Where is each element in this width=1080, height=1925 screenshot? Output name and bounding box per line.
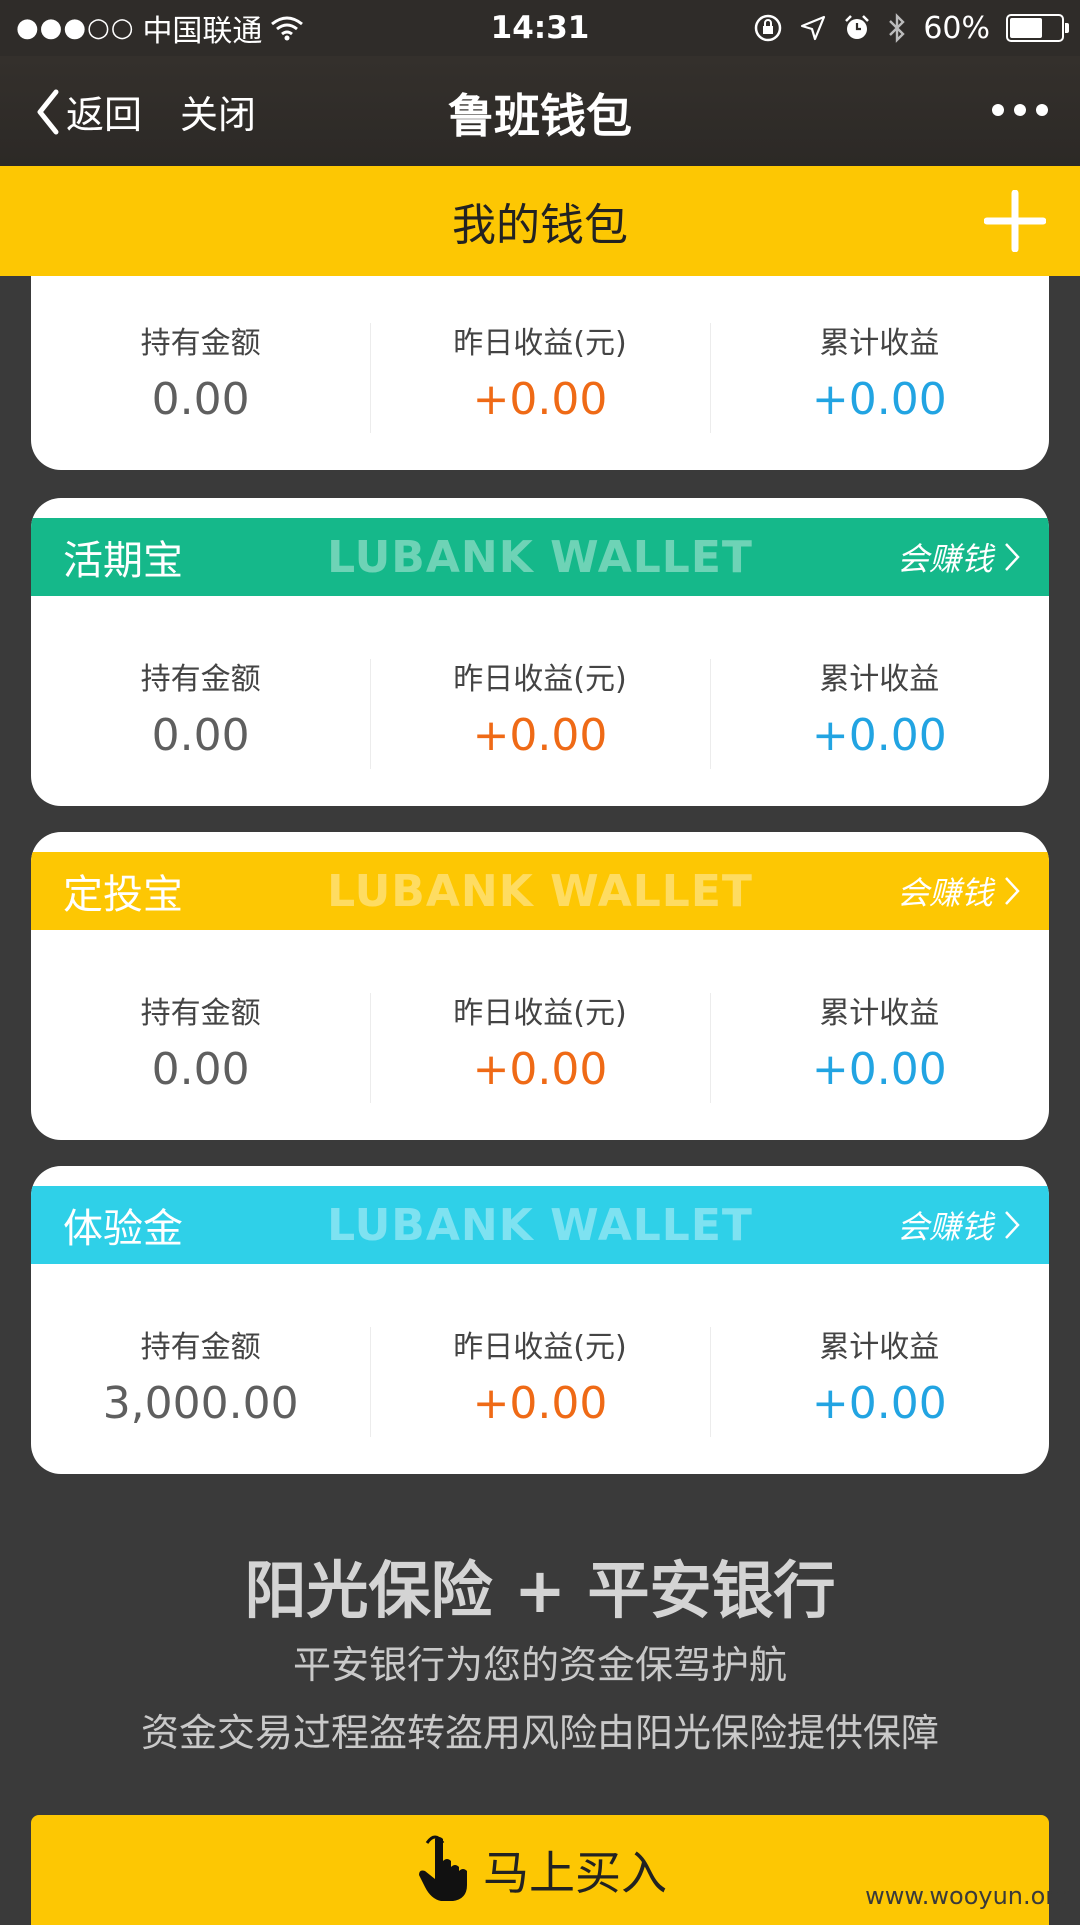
chevron-right-icon bbox=[1005, 877, 1020, 905]
holding-amount-label: 持有金额 bbox=[140, 662, 261, 697]
yesterday-earnings-stat: 昨日收益(元) +0.00 bbox=[370, 988, 709, 1108]
total-earnings-stat: 累计收益 +0.00 bbox=[709, 988, 1049, 1108]
chevron-left-icon bbox=[37, 89, 59, 134]
chevron-right-icon bbox=[1005, 543, 1020, 571]
page-title: 鲁班钱包 bbox=[448, 89, 632, 143]
partner-title: 阳光保险 + 平安银行 bbox=[244, 1554, 836, 1627]
site-watermark: www.wooyun.org bbox=[865, 1882, 1070, 1910]
back-label: 返回 bbox=[66, 93, 143, 137]
yesterday-earnings-stat: 昨日收益(元) +0.00 bbox=[370, 654, 709, 774]
holding-amount-label: 持有金额 bbox=[140, 996, 261, 1031]
total-earnings-value: +0.00 bbox=[811, 1044, 947, 1095]
holding-amount-stat: 持有金额 0.00 bbox=[31, 988, 370, 1108]
holding-amount-value: 0.00 bbox=[151, 710, 250, 761]
close-button[interactable]: 关闭 bbox=[180, 84, 256, 139]
earn-money-link[interactable]: 会赚钱 bbox=[897, 868, 1021, 914]
earn-money-label: 会赚钱 bbox=[896, 1208, 993, 1246]
rotation-lock-icon bbox=[755, 14, 782, 42]
total-earnings-stat: 累计收益 +0.00 bbox=[709, 654, 1049, 774]
status-bar: ●●●○○ 中国联通 14:31 60% bbox=[0, 0, 1080, 56]
holding-amount-label: 持有金额 bbox=[140, 326, 261, 361]
total-earnings-value: +0.00 bbox=[811, 710, 947, 761]
yesterday-earnings-value: +0.00 bbox=[472, 710, 608, 761]
wallet-card-current-deposit[interactable]: 活期宝 LUBANK WALLET 会赚钱 持有金额 0.00 昨日收益(元) … bbox=[31, 498, 1049, 806]
card-header: 定投宝 LUBANK WALLET 会赚钱 bbox=[31, 852, 1049, 930]
location-icon bbox=[801, 15, 826, 41]
wallet-card-fixed-investment[interactable]: 定投宝 LUBANK WALLET 会赚钱 持有金额 0.00 昨日收益(元) … bbox=[31, 832, 1049, 1140]
total-earnings-stat: 累计收益 +0.00 bbox=[709, 1322, 1049, 1442]
battery-icon bbox=[1006, 14, 1069, 42]
partner-description-line2: 资金交易过程盗转盗用风险由阳光保险提供保障 bbox=[140, 1711, 939, 1755]
card-stats: 持有金额 3,000.00 昨日收益(元) +0.00 累计收益 +0.00 bbox=[31, 1322, 1049, 1442]
yesterday-earnings-value: +0.00 bbox=[472, 1044, 608, 1095]
card-header: 体验金 LUBANK WALLET 会赚钱 bbox=[31, 1186, 1049, 1264]
total-earnings-label: 累计收益 bbox=[819, 326, 940, 361]
yesterday-earnings-value: +0.00 bbox=[472, 374, 608, 425]
total-earnings-label: 累计收益 bbox=[819, 662, 940, 697]
yesterday-earnings-label: 昨日收益(元) bbox=[453, 326, 627, 361]
yesterday-earnings-label: 昨日收益(元) bbox=[453, 1330, 627, 1365]
card-stats: 持有金额 0.00 昨日收益(元) +0.00 累计收益 +0.00 bbox=[31, 654, 1049, 774]
back-button[interactable]: 返回 bbox=[34, 84, 142, 139]
holding-amount-value: 3,000.00 bbox=[102, 1378, 299, 1429]
yesterday-earnings-stat: 昨日收益(元) +0.00 bbox=[370, 318, 709, 438]
card-stats: 持有金额 0.00 昨日收益(元) +0.00 累计收益 +0.00 bbox=[31, 988, 1049, 1108]
holding-amount-value: 0.00 bbox=[151, 374, 250, 425]
yesterday-earnings-stat: 昨日收益(元) +0.00 bbox=[370, 1322, 709, 1442]
card-stats: 持有金额 0.00 昨日收益(元) +0.00 累计收益 +0.00 bbox=[31, 318, 1049, 438]
wallet-card-trial-fund[interactable]: 体验金 LUBANK WALLET 会赚钱 持有金额 3,000.00 昨日收益… bbox=[31, 1166, 1049, 1474]
earn-money-link[interactable]: 会赚钱 bbox=[897, 534, 1021, 580]
earn-money-label: 会赚钱 bbox=[896, 874, 993, 912]
holding-amount-value: 0.00 bbox=[151, 1044, 250, 1095]
total-earnings-value: +0.00 bbox=[811, 374, 947, 425]
yesterday-earnings-label: 昨日收益(元) bbox=[453, 662, 627, 697]
wallet-title: 我的钱包 bbox=[452, 200, 628, 251]
partner-description-line1: 平安银行为您的资金保驾护航 bbox=[292, 1643, 787, 1687]
earn-money-link[interactable]: 会赚钱 bbox=[897, 1202, 1021, 1248]
more-options-button[interactable] bbox=[990, 84, 1050, 130]
total-earnings-label: 累计收益 bbox=[819, 996, 940, 1031]
yesterday-earnings-label: 昨日收益(元) bbox=[453, 996, 627, 1031]
card-header: 活期宝 LUBANK WALLET 会赚钱 bbox=[31, 518, 1049, 596]
holding-amount-stat: 持有金额 0.00 bbox=[31, 654, 370, 774]
total-earnings-value: +0.00 bbox=[811, 1378, 947, 1429]
battery-percentage: 60% bbox=[923, 10, 990, 46]
earn-money-label: 会赚钱 bbox=[896, 540, 993, 578]
more-dots-icon bbox=[992, 104, 1048, 116]
holding-amount-stat: 持有金额 3,000.00 bbox=[31, 1322, 370, 1442]
add-icon[interactable] bbox=[984, 190, 1046, 252]
pointing-hand-icon bbox=[419, 1835, 467, 1901]
buy-now-label: 马上买入 bbox=[483, 1846, 667, 1900]
total-earnings-label: 累计收益 bbox=[819, 1330, 940, 1365]
yesterday-earnings-value: +0.00 bbox=[472, 1378, 608, 1429]
navigation-bar: 返回 关闭 鲁班钱包 bbox=[0, 56, 1080, 166]
holding-amount-stat: 持有金额 0.00 bbox=[31, 318, 370, 438]
wallet-header: 我的钱包 bbox=[0, 166, 1080, 276]
holding-amount-label: 持有金额 bbox=[140, 1330, 261, 1365]
total-earnings-stat: 累计收益 +0.00 bbox=[709, 318, 1049, 438]
bluetooth-icon bbox=[889, 13, 906, 43]
chevron-right-icon bbox=[1005, 1211, 1020, 1239]
alarm-icon bbox=[845, 15, 870, 39]
